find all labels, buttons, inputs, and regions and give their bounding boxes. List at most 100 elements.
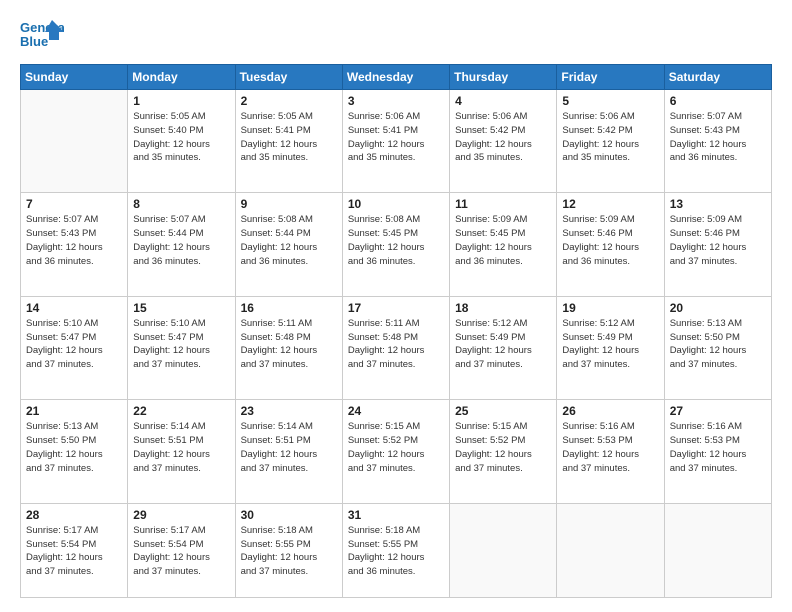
calendar-cell: 21 Sunrise: 5:13 AMSunset: 5:50 PMDayligh…	[21, 400, 128, 503]
logo: GeneralBlue	[20, 18, 64, 54]
day-info: Sunrise: 5:16 AMSunset: 5:53 PMDaylight:…	[562, 420, 658, 475]
day-info: Sunrise: 5:17 AMSunset: 5:54 PMDaylight:…	[26, 524, 122, 579]
day-info: Sunrise: 5:15 AMSunset: 5:52 PMDaylight:…	[348, 420, 444, 475]
calendar-cell: 25Sunrise: 5:15 AMSunset: 5:52 PMDayligh…	[450, 400, 557, 503]
day-number: 6	[670, 94, 766, 108]
calendar-cell: 30 Sunrise: 5:18 AMSunset: 5:55 PMDayligh…	[235, 503, 342, 597]
calendar-cell: 1 Sunrise: 5:05 AMSunset: 5:40 PMDaylight…	[128, 90, 235, 193]
calendar-cell: 28 Sunrise: 5:17 AMSunset: 5:54 PMDayligh…	[21, 503, 128, 597]
header: GeneralBlue	[20, 18, 772, 54]
calendar-week-4: 21 Sunrise: 5:13 AMSunset: 5:50 PMDayligh…	[21, 400, 772, 503]
calendar-cell: 2 Sunrise: 5:05 AMSunset: 5:41 PMDaylight…	[235, 90, 342, 193]
calendar-week-3: 14Sunrise: 5:10 AMSunset: 5:47 PMDayligh…	[21, 296, 772, 399]
weekday-header-tuesday: Tuesday	[235, 65, 342, 90]
calendar-cell: 18Sunrise: 5:12 AMSunset: 5:49 PMDayligh…	[450, 296, 557, 399]
day-number: 16	[241, 301, 337, 315]
page: GeneralBlue SundayMondayTuesdayWednesday…	[0, 0, 792, 612]
day-number: 9	[241, 197, 337, 211]
day-number: 3	[348, 94, 444, 108]
day-number: 21	[26, 404, 122, 418]
weekday-header-row: SundayMondayTuesdayWednesdayThursdayFrid…	[21, 65, 772, 90]
day-number: 4	[455, 94, 551, 108]
calendar-cell: 6 Sunrise: 5:07 AMSunset: 5:43 PMDaylight…	[664, 90, 771, 193]
day-number: 2	[241, 94, 337, 108]
day-info: Sunrise: 5:06 AMSunset: 5:42 PMDaylight:…	[455, 110, 551, 165]
day-info: Sunrise: 5:13 AMSunset: 5:50 PMDaylight:…	[670, 317, 766, 372]
day-info: Sunrise: 5:14 AMSunset: 5:51 PMDaylight:…	[133, 420, 229, 475]
calendar-cell	[557, 503, 664, 597]
calendar-cell: 24 Sunrise: 5:15 AMSunset: 5:52 PMDayligh…	[342, 400, 449, 503]
day-info: Sunrise: 5:11 AMSunset: 5:48 PMDaylight:…	[348, 317, 444, 372]
day-info: Sunrise: 5:09 AMSunset: 5:46 PMDaylight:…	[670, 213, 766, 268]
calendar-cell: 7Sunrise: 5:07 AMSunset: 5:43 PMDaylight…	[21, 193, 128, 296]
day-info: Sunrise: 5:11 AMSunset: 5:48 PMDaylight:…	[241, 317, 337, 372]
calendar-cell: 17 Sunrise: 5:11 AMSunset: 5:48 PMDayligh…	[342, 296, 449, 399]
calendar-cell: 29Sunrise: 5:17 AMSunset: 5:54 PMDayligh…	[128, 503, 235, 597]
calendar-week-1: 1 Sunrise: 5:05 AMSunset: 5:40 PMDaylight…	[21, 90, 772, 193]
calendar-cell: 4 Sunrise: 5:06 AMSunset: 5:42 PMDaylight…	[450, 90, 557, 193]
calendar-cell: 14Sunrise: 5:10 AMSunset: 5:47 PMDayligh…	[21, 296, 128, 399]
weekday-header-thursday: Thursday	[450, 65, 557, 90]
day-number: 13	[670, 197, 766, 211]
calendar-week-5: 28 Sunrise: 5:17 AMSunset: 5:54 PMDayligh…	[21, 503, 772, 597]
calendar-cell: 12Sunrise: 5:09 AMSunset: 5:46 PMDayligh…	[557, 193, 664, 296]
day-info: Sunrise: 5:07 AMSunset: 5:43 PMDaylight:…	[670, 110, 766, 165]
day-number: 31	[348, 508, 444, 522]
calendar-cell: 19Sunrise: 5:12 AMSunset: 5:49 PMDayligh…	[557, 296, 664, 399]
day-number: 24	[348, 404, 444, 418]
svg-text:Blue: Blue	[20, 34, 48, 49]
weekday-header-monday: Monday	[128, 65, 235, 90]
calendar-cell: 15 Sunrise: 5:10 AMSunset: 5:47 PMDayligh…	[128, 296, 235, 399]
calendar-cell: 5 Sunrise: 5:06 AMSunset: 5:42 PMDaylight…	[557, 90, 664, 193]
weekday-header-sunday: Sunday	[21, 65, 128, 90]
calendar-cell: 20 Sunrise: 5:13 AMSunset: 5:50 PMDayligh…	[664, 296, 771, 399]
day-number: 15	[133, 301, 229, 315]
day-info: Sunrise: 5:18 AMSunset: 5:55 PMDaylight:…	[348, 524, 444, 579]
weekday-header-saturday: Saturday	[664, 65, 771, 90]
day-info: Sunrise: 5:08 AMSunset: 5:45 PMDaylight:…	[348, 213, 444, 268]
day-number: 28	[26, 508, 122, 522]
day-info: Sunrise: 5:10 AMSunset: 5:47 PMDaylight:…	[26, 317, 122, 372]
calendar-cell: 11 Sunrise: 5:09 AMSunset: 5:45 PMDayligh…	[450, 193, 557, 296]
day-number: 27	[670, 404, 766, 418]
day-info: Sunrise: 5:06 AMSunset: 5:42 PMDaylight:…	[562, 110, 658, 165]
day-info: Sunrise: 5:06 AMSunset: 5:41 PMDaylight:…	[348, 110, 444, 165]
calendar-cell: 26 Sunrise: 5:16 AMSunset: 5:53 PMDayligh…	[557, 400, 664, 503]
day-info: Sunrise: 5:17 AMSunset: 5:54 PMDaylight:…	[133, 524, 229, 579]
day-info: Sunrise: 5:13 AMSunset: 5:50 PMDaylight:…	[26, 420, 122, 475]
day-info: Sunrise: 5:05 AMSunset: 5:40 PMDaylight:…	[133, 110, 229, 165]
calendar-cell: 31 Sunrise: 5:18 AMSunset: 5:55 PMDayligh…	[342, 503, 449, 597]
calendar-cell: 13 Sunrise: 5:09 AMSunset: 5:46 PMDayligh…	[664, 193, 771, 296]
calendar-cell: 10 Sunrise: 5:08 AMSunset: 5:45 PMDayligh…	[342, 193, 449, 296]
day-number: 1	[133, 94, 229, 108]
day-number: 19	[562, 301, 658, 315]
day-info: Sunrise: 5:09 AMSunset: 5:46 PMDaylight:…	[562, 213, 658, 268]
calendar-cell: 27Sunrise: 5:16 AMSunset: 5:53 PMDayligh…	[664, 400, 771, 503]
day-info: Sunrise: 5:14 AMSunset: 5:51 PMDaylight:…	[241, 420, 337, 475]
day-info: Sunrise: 5:09 AMSunset: 5:45 PMDaylight:…	[455, 213, 551, 268]
calendar-cell: 8Sunrise: 5:07 AMSunset: 5:44 PMDaylight…	[128, 193, 235, 296]
day-info: Sunrise: 5:05 AMSunset: 5:41 PMDaylight:…	[241, 110, 337, 165]
calendar-cell	[664, 503, 771, 597]
day-number: 7	[26, 197, 122, 211]
day-number: 10	[348, 197, 444, 211]
day-number: 11	[455, 197, 551, 211]
day-number: 20	[670, 301, 766, 315]
calendar-cell	[21, 90, 128, 193]
day-info: Sunrise: 5:18 AMSunset: 5:55 PMDaylight:…	[241, 524, 337, 579]
day-number: 17	[348, 301, 444, 315]
calendar-cell: 22Sunrise: 5:14 AMSunset: 5:51 PMDayligh…	[128, 400, 235, 503]
day-info: Sunrise: 5:08 AMSunset: 5:44 PMDaylight:…	[241, 213, 337, 268]
weekday-header-wednesday: Wednesday	[342, 65, 449, 90]
calendar-cell	[450, 503, 557, 597]
day-number: 30	[241, 508, 337, 522]
calendar-table: SundayMondayTuesdayWednesdayThursdayFrid…	[20, 64, 772, 598]
day-number: 5	[562, 94, 658, 108]
day-number: 25	[455, 404, 551, 418]
day-info: Sunrise: 5:12 AMSunset: 5:49 PMDaylight:…	[455, 317, 551, 372]
logo-svg: GeneralBlue	[20, 18, 64, 54]
day-number: 8	[133, 197, 229, 211]
calendar-cell: 16 Sunrise: 5:11 AMSunset: 5:48 PMDayligh…	[235, 296, 342, 399]
day-info: Sunrise: 5:10 AMSunset: 5:47 PMDaylight:…	[133, 317, 229, 372]
day-number: 26	[562, 404, 658, 418]
